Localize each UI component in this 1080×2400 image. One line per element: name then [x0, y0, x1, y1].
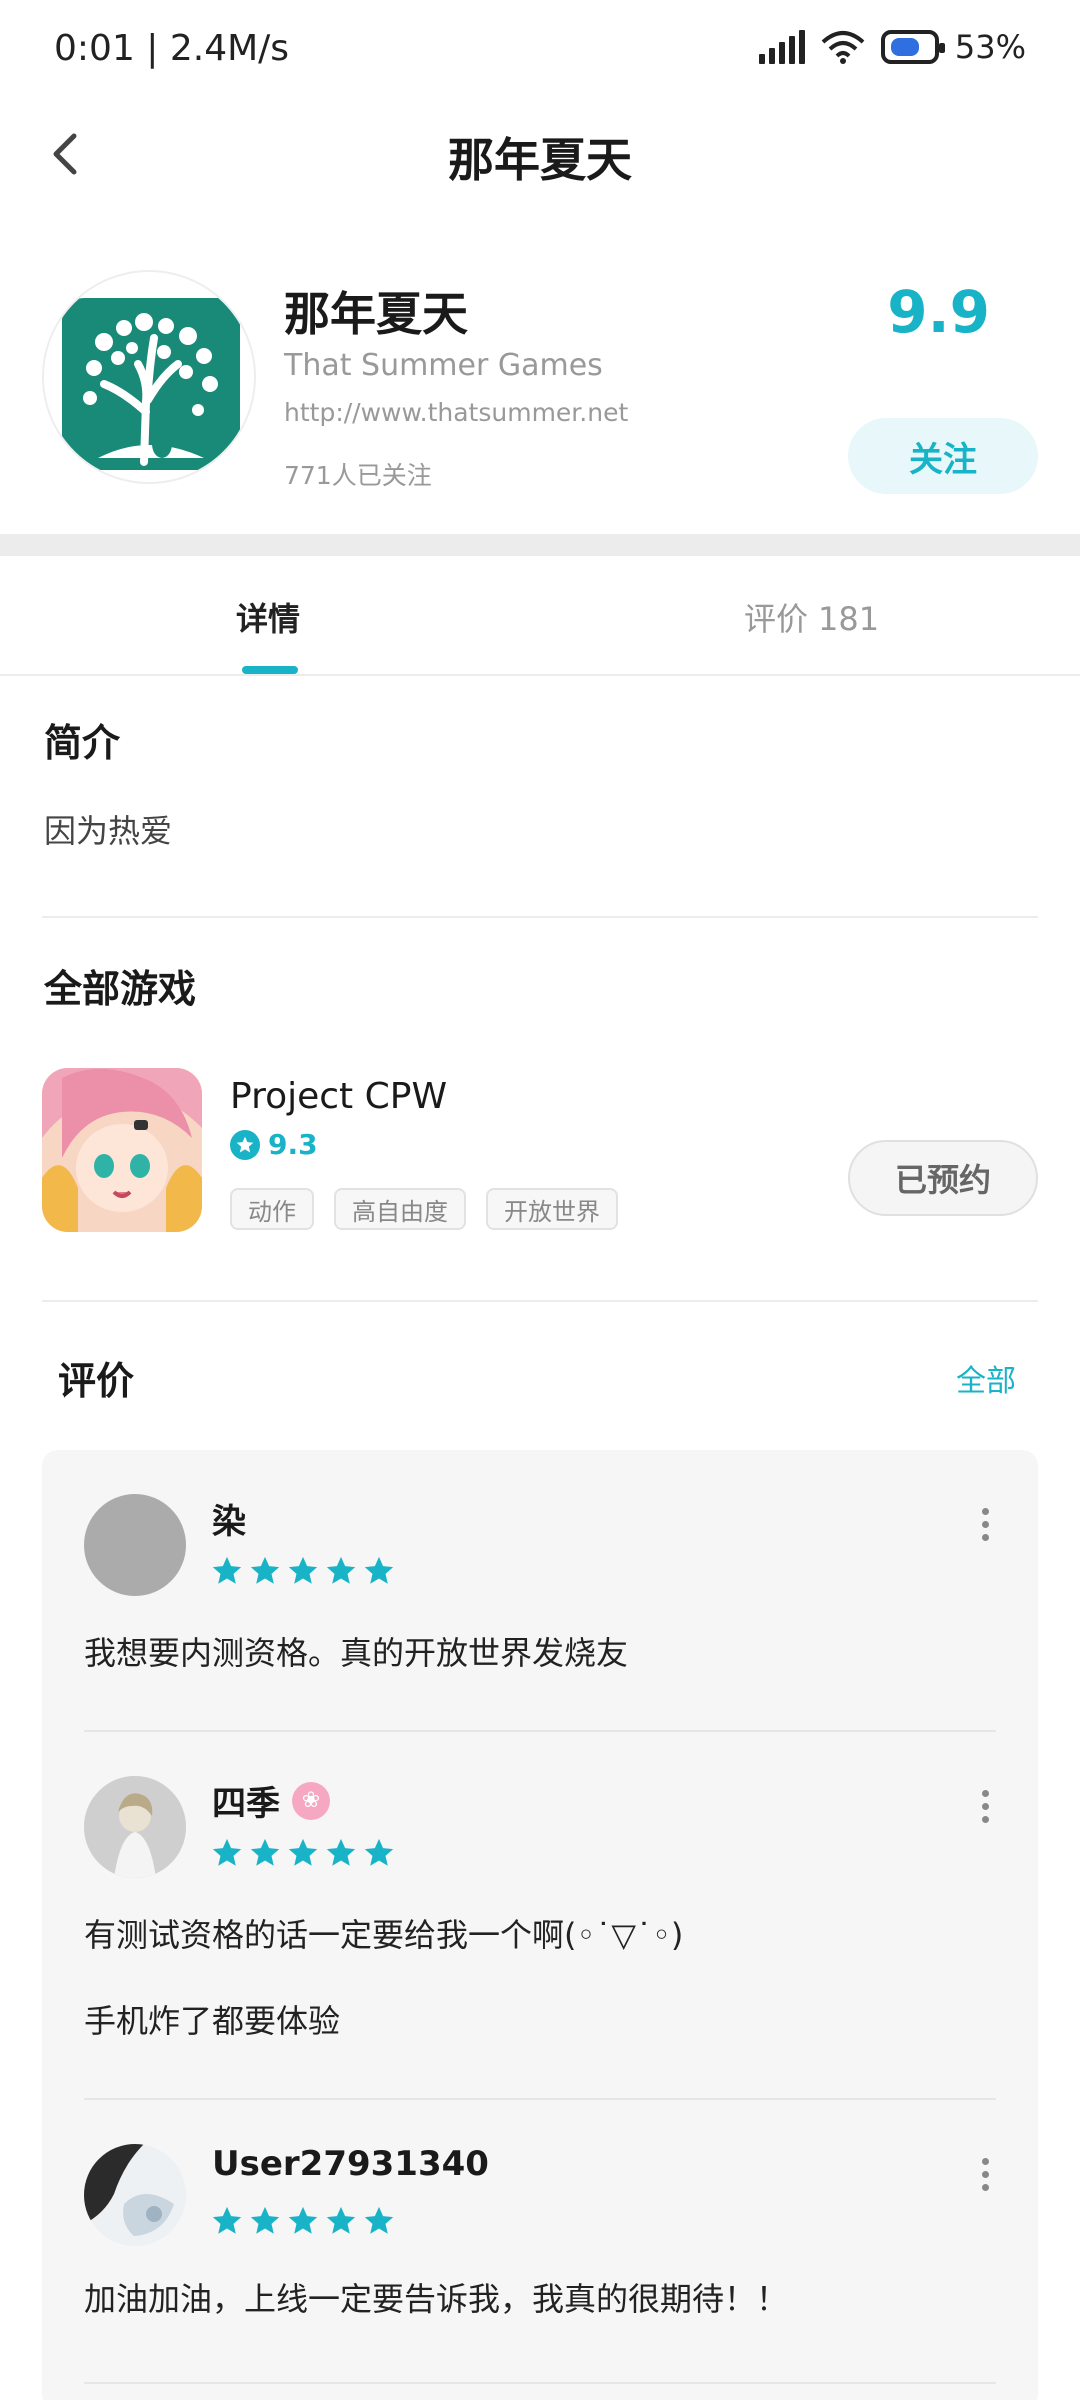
review-divider — [84, 2382, 996, 2384]
game-rating: 9.3 — [230, 1128, 318, 1161]
tab-reviews-label: 评价 — [744, 600, 809, 638]
status-time: 0:01 | 2.4M/s — [54, 28, 290, 69]
tab-indicator — [242, 666, 298, 674]
status-icons: 53% — [758, 28, 1026, 66]
more-options-icon[interactable] — [980, 2158, 990, 2191]
game-rating-value: 9.3 — [268, 1128, 318, 1161]
tab-bar: 详情 评价 181 — [0, 556, 1080, 676]
game-item[interactable]: Project CPW 9.3 动作 高自由度 开放世界 已预约 — [0, 1068, 1080, 1238]
review-username-text: User27931340 — [212, 2144, 489, 2184]
avatar[interactable] — [84, 1494, 186, 1596]
more-options-icon[interactable] — [980, 1508, 990, 1541]
star-badge-icon — [230, 1129, 260, 1160]
star-icon — [212, 2206, 242, 2234]
star-icon — [364, 1556, 394, 1584]
intro-heading: 简介 — [44, 721, 121, 765]
star-icon — [364, 2206, 394, 2234]
game-tag[interactable]: 高自由度 — [334, 1188, 466, 1230]
star-icon — [364, 1838, 394, 1866]
game-icon[interactable] — [42, 1068, 202, 1232]
avatar[interactable] — [84, 1776, 186, 1878]
review-username[interactable]: User27931340 — [212, 2144, 489, 2184]
star-icon — [288, 2206, 318, 2234]
nav-bar: 那年夏天 — [0, 100, 1080, 210]
review-stars — [210, 2204, 396, 2238]
status-bar: 0:01 | 2.4M/s 53% — [0, 0, 1080, 100]
page-title: 那年夏天 — [448, 133, 632, 187]
tab-details-label: 详情 — [236, 600, 301, 638]
follower-count: 771人已关注 — [284, 461, 432, 490]
star-icon — [326, 1556, 356, 1584]
rabbit-badge-icon: ❀ — [292, 1781, 330, 1820]
developer-score: 9.9 — [887, 278, 990, 346]
game-tags: 动作 高自由度 开放世界 — [230, 1188, 618, 1230]
divider — [42, 1300, 1038, 1302]
reviews-heading: 评价 — [58, 1359, 135, 1403]
reviews-all-link[interactable]: 全部 — [956, 1356, 1016, 1400]
battery-level: 53% — [954, 28, 1026, 66]
star-icon — [250, 1556, 280, 1584]
review-divider — [84, 2098, 996, 2100]
avatar[interactable] — [84, 2144, 186, 2246]
star-icon — [250, 1838, 280, 1866]
review-text: 加油加油，上线一定要告诉我，我真的很期待！！ — [84, 2280, 789, 2318]
wifi-icon — [821, 31, 865, 64]
star-icon — [212, 1838, 242, 1866]
section-separator — [0, 534, 1080, 556]
reserved-button[interactable]: 已预约 — [848, 1140, 1038, 1216]
developer-url[interactable]: http://www.thatsummer.net — [284, 398, 628, 427]
star-icon — [288, 1838, 318, 1866]
star-icon — [212, 1556, 242, 1584]
developer-name: 那年夏天 — [284, 287, 468, 341]
divider — [42, 916, 1038, 918]
game-tag[interactable]: 动作 — [230, 1188, 314, 1230]
star-icon — [326, 1838, 356, 1866]
intro-text: 因为热爱 — [44, 812, 173, 850]
review-username-text: 染 — [212, 1502, 246, 1542]
review-divider — [84, 1730, 996, 1732]
star-icon — [250, 2206, 280, 2234]
star-icon — [288, 1556, 318, 1584]
battery-icon — [880, 30, 945, 64]
signal-icon — [758, 30, 805, 64]
game-title[interactable]: Project CPW — [230, 1076, 447, 1117]
developer-subtitle: That Summer Games — [284, 348, 603, 383]
review-stars — [210, 1836, 396, 1870]
review-username-text: 四季 — [212, 1784, 280, 1824]
tab-details[interactable]: 详情 — [236, 594, 300, 640]
review-text: 我想要内测资格。真的开放世界发烧友 — [84, 1634, 629, 1672]
review-stars — [210, 1554, 396, 1588]
developer-profile: 那年夏天 That Summer Games http://www.thatsu… — [0, 270, 1080, 510]
review-username[interactable]: 染 — [212, 1494, 246, 1543]
games-heading: 全部游戏 — [44, 967, 197, 1011]
reviews-panel: 染 我想要内测资格。真的开放世界发烧友 四季 ❀ 有测试资格的话一定要给我一个啊… — [42, 1450, 1038, 2400]
game-tag[interactable]: 开放世界 — [486, 1188, 618, 1230]
review-text: 有测试资格的话一定要给我一个啊(◦˙▽˙◦) — [84, 1916, 684, 1954]
review-text: 手机炸了都要体验 — [84, 2002, 341, 2040]
tab-reviews-count: 181 — [818, 600, 880, 638]
star-icon — [326, 2206, 356, 2234]
follow-button[interactable]: 关注 — [848, 418, 1038, 494]
more-options-icon[interactable] — [980, 1790, 990, 1823]
review-username[interactable]: 四季 ❀ — [212, 1776, 330, 1825]
developer-logo[interactable] — [42, 270, 256, 484]
tab-reviews[interactable]: 评价 181 — [744, 594, 879, 640]
